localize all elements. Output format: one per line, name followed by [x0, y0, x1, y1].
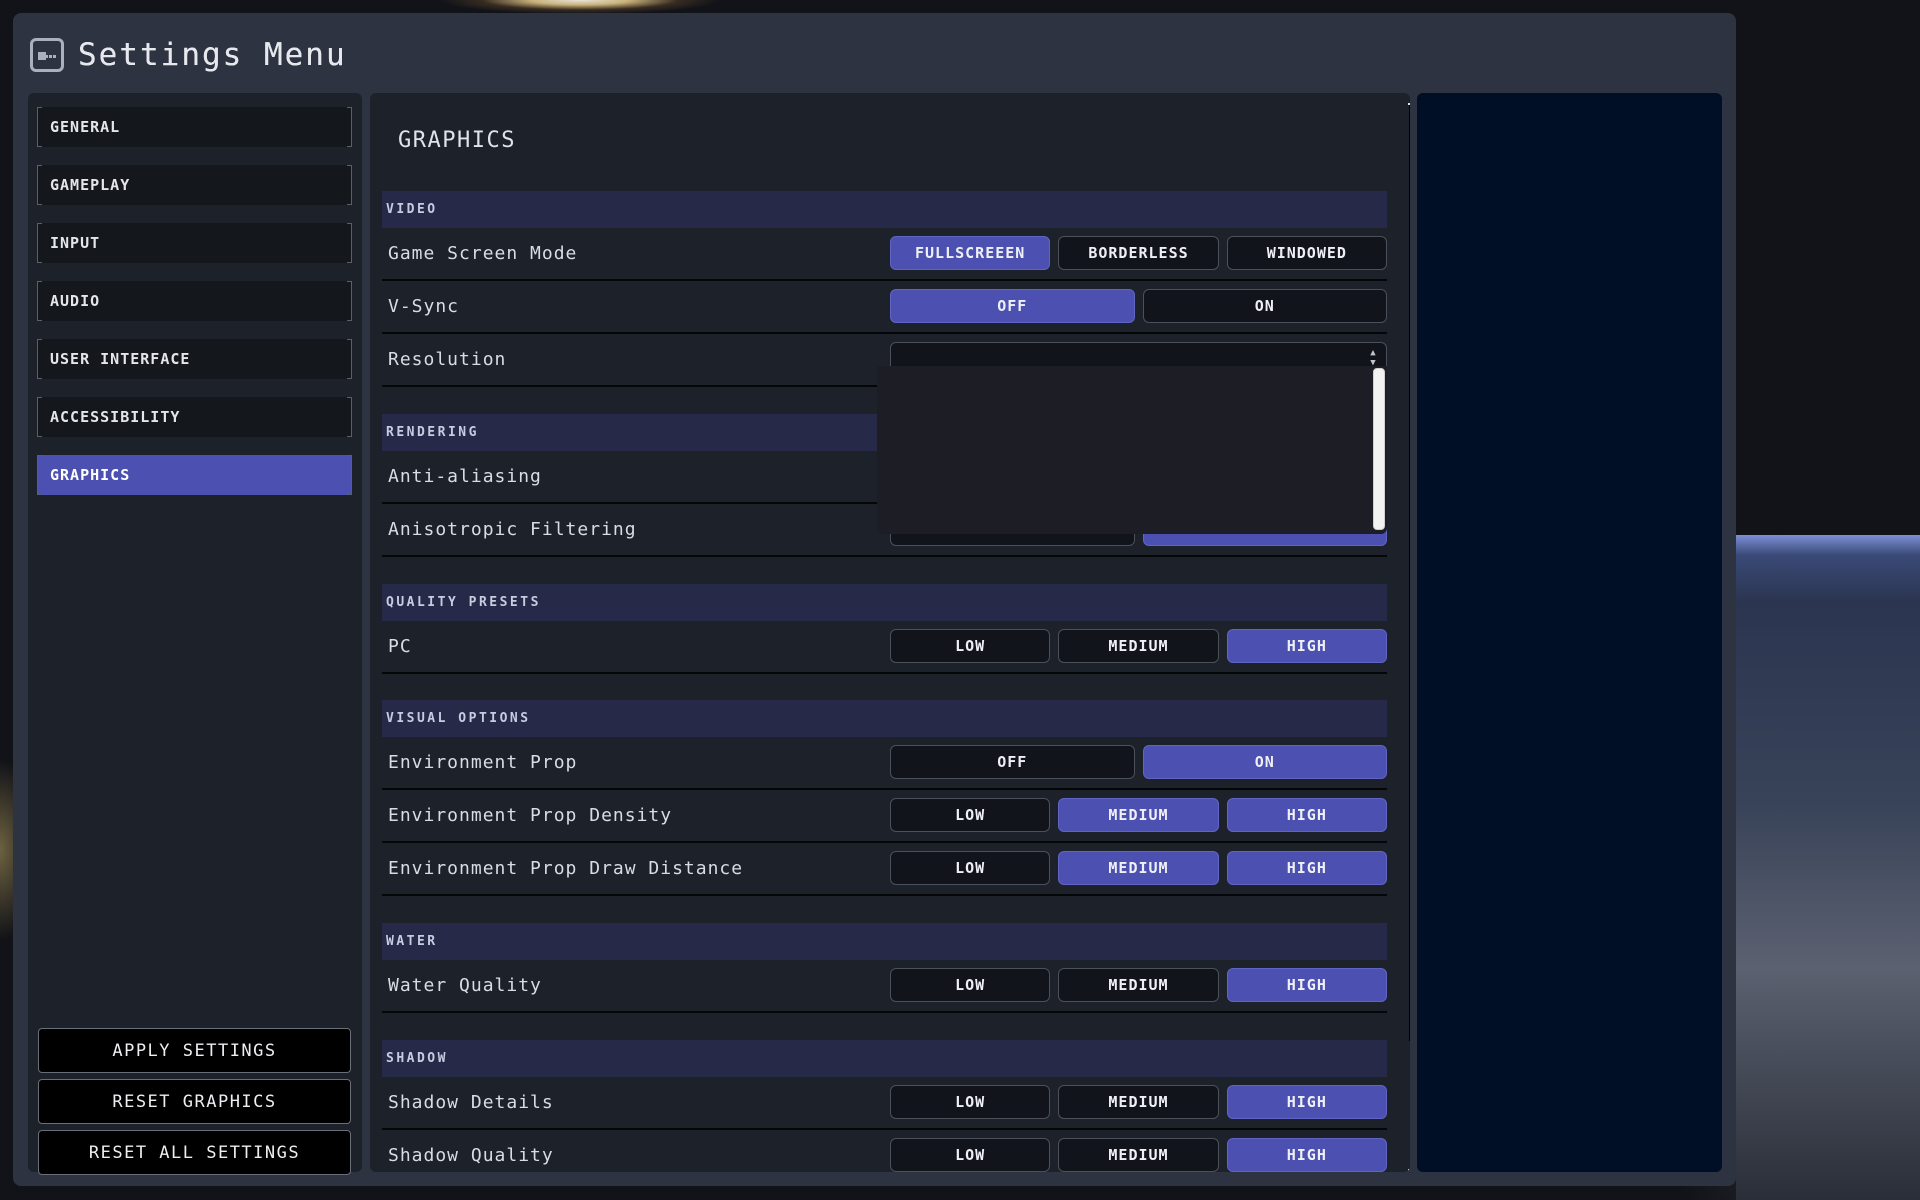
option-high[interactable]: HIGH [1226, 1085, 1387, 1119]
dropdown-scrollbar[interactable] [1373, 368, 1385, 530]
option-low[interactable]: LOW [890, 629, 1051, 663]
setting-label: Environment Prop [388, 752, 578, 773]
shadow-quality-options: LOW MEDIUM HIGH [890, 1138, 1387, 1172]
reset-all-settings-button[interactable]: RESET ALL SETTINGS [38, 1130, 351, 1175]
select-arrows-icon: ▲ ▼ [1370, 348, 1376, 368]
pc-preset-options: LOW MEDIUM HIGH [890, 629, 1387, 663]
setting-row-water-quality: Water Quality LOW MEDIUM HIGH [382, 960, 1387, 1013]
preview-panel [1417, 93, 1722, 1172]
setting-label: Anti-aliasing [388, 466, 542, 487]
option-low[interactable]: LOW [890, 1085, 1051, 1119]
option-high[interactable]: HIGH [1226, 798, 1387, 832]
option-low[interactable]: LOW [890, 968, 1051, 1002]
option-borderless[interactable]: BORDERLESS [1058, 236, 1219, 270]
option-medium[interactable]: MEDIUM [1058, 1085, 1219, 1119]
shadow-details-options: LOW MEDIUM HIGH [890, 1085, 1387, 1119]
setting-label: Shadow Details [388, 1092, 554, 1113]
setting-row-screen-mode: Game Screen Mode FULLSCREEEN BORDERLESS … [382, 228, 1387, 281]
option-high[interactable]: HIGH [1226, 629, 1387, 663]
setting-row-vsync: V-Sync OFF ON [382, 281, 1387, 334]
setting-label: Shadow Quality [388, 1145, 554, 1166]
title-bar: Settings Menu [30, 33, 347, 77]
section-header-shadow: SHADOW [382, 1040, 1387, 1077]
vsync-options: OFF ON [890, 289, 1387, 323]
option-windowed[interactable]: WINDOWED [1226, 236, 1387, 270]
setting-label: Environment Prop Density [388, 805, 673, 826]
option-off[interactable]: OFF [890, 745, 1135, 779]
setting-label: Water Quality [388, 975, 542, 996]
scrollbar-cap-bottom [1408, 1169, 1410, 1171]
setting-label: V-Sync [388, 296, 460, 317]
section-header-video: VIDEO [382, 191, 1387, 228]
option-high[interactable]: HIGH [1226, 1138, 1387, 1172]
sidebar-item-gameplay[interactable]: GAMEPLAY [37, 165, 352, 205]
setting-row-shadow-details: Shadow Details LOW MEDIUM HIGH [382, 1077, 1387, 1130]
setting-row-shadow-quality: Shadow Quality LOW MEDIUM HIGH [382, 1130, 1387, 1172]
settings-window: Settings Menu GENERAL GAMEPLAY INPUT AUD… [13, 13, 1736, 1186]
option-fullscreen[interactable]: FULLSCREEEN [890, 236, 1051, 270]
option-low[interactable]: LOW [890, 851, 1051, 885]
option-medium[interactable]: MEDIUM [1058, 1138, 1219, 1172]
section-header-quality-presets: QUALITY PRESETS [382, 584, 1387, 621]
resolution-dropdown-list[interactable] [877, 366, 1387, 534]
section-header-water: WATER [382, 923, 1387, 960]
option-on[interactable]: ON [1142, 745, 1387, 779]
option-off[interactable]: OFF [890, 289, 1135, 323]
sidebar-item-accessibility[interactable]: ACCESSIBILITY [37, 397, 352, 437]
page-title: GRAPHICS [398, 128, 516, 153]
option-medium[interactable]: MEDIUM [1058, 798, 1219, 832]
graphics-settings-panel: GRAPHICS VIDEO Game Screen Mode FULLSCRE… [370, 93, 1410, 1172]
setting-label: Environment Prop Draw Distance [388, 858, 744, 879]
setting-label: Game Screen Mode [388, 243, 578, 264]
sidebar-item-user-interface[interactable]: USER INTERFACE [37, 339, 352, 379]
setting-label: PC [388, 636, 412, 657]
option-high[interactable]: HIGH [1226, 851, 1387, 885]
setting-row-environment-prop-draw-distance: Environment Prop Draw Distance LOW MEDIU… [382, 843, 1387, 896]
water-quality-options: LOW MEDIUM HIGH [890, 968, 1387, 1002]
setting-label: Anisotropic Filtering [388, 519, 637, 540]
main-scrollbar-thumb[interactable] [1409, 105, 1410, 1041]
setting-label: Resolution [388, 349, 507, 370]
setting-row-environment-prop: Environment Prop OFF ON [382, 737, 1387, 790]
scrollbar-cap-top [1408, 103, 1410, 105]
sidebar-item-audio[interactable]: AUDIO [37, 281, 352, 321]
window-title: Settings Menu [78, 37, 347, 73]
environment-prop-options: OFF ON [890, 745, 1387, 779]
option-medium[interactable]: MEDIUM [1058, 851, 1219, 885]
sidebar-item-graphics[interactable]: GRAPHICS [37, 455, 352, 495]
option-high[interactable]: HIGH [1226, 968, 1387, 1002]
setting-row-environment-prop-density: Environment Prop Density LOW MEDIUM HIGH [382, 790, 1387, 843]
option-low[interactable]: LOW [890, 1138, 1051, 1172]
option-medium[interactable]: MEDIUM [1058, 968, 1219, 1002]
back-arrow-icon[interactable] [30, 38, 64, 72]
sidebar-item-input[interactable]: INPUT [37, 223, 352, 263]
setting-row-pc: PC LOW MEDIUM HIGH [382, 621, 1387, 674]
option-on[interactable]: ON [1142, 289, 1387, 323]
option-low[interactable]: LOW [890, 798, 1051, 832]
sidebar-item-general[interactable]: GENERAL [37, 107, 352, 147]
section-header-visual-options: VISUAL OPTIONS [382, 700, 1387, 737]
reset-graphics-button[interactable]: RESET GRAPHICS [38, 1079, 351, 1124]
sidebar: GENERAL GAMEPLAY INPUT AUDIO USER INTERF… [28, 93, 362, 1175]
earth-background [1736, 535, 1920, 1200]
environment-prop-density-options: LOW MEDIUM HIGH [890, 798, 1387, 832]
apply-settings-button[interactable]: APPLY SETTINGS [38, 1028, 351, 1073]
environment-prop-draw-distance-options: LOW MEDIUM HIGH [890, 851, 1387, 885]
option-medium[interactable]: MEDIUM [1058, 629, 1219, 663]
screen-mode-options: FULLSCREEEN BORDERLESS WINDOWED [890, 236, 1387, 270]
